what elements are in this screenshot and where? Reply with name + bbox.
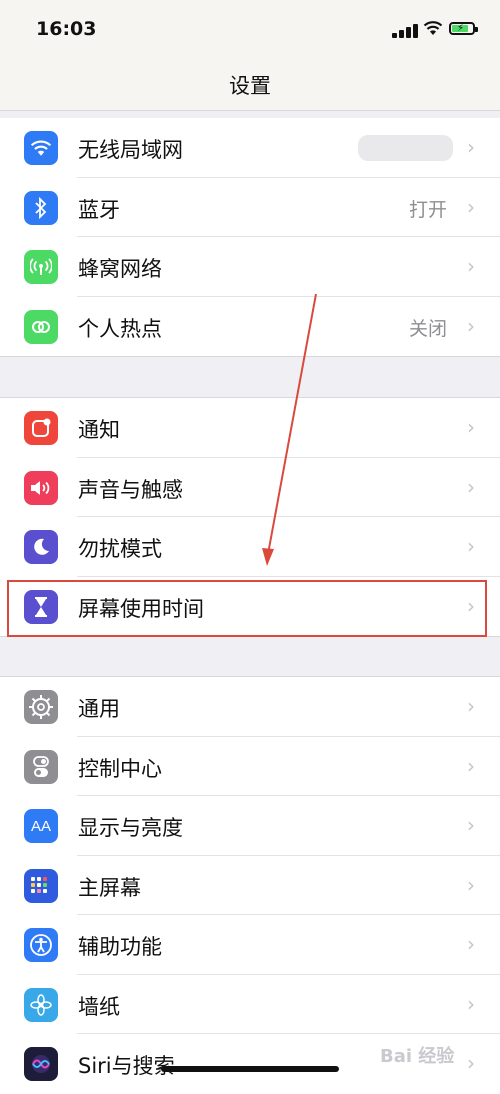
hourglass-icon bbox=[24, 589, 58, 624]
settings-row-label: 个人热点 bbox=[78, 316, 162, 341]
settings-row-sounds[interactable]: 声音与触感 › bbox=[0, 458, 500, 518]
settings-row-label: 声音与触感 bbox=[78, 477, 183, 502]
notification-icon bbox=[24, 411, 58, 445]
chevron-right-icon: › bbox=[467, 534, 475, 558]
gear-icon bbox=[24, 690, 58, 724]
settings-row-label: 勿扰模式 bbox=[78, 537, 162, 561]
cellular-icon bbox=[24, 250, 58, 284]
siri-icon bbox=[24, 1047, 58, 1081]
home-grid-icon bbox=[24, 868, 58, 903]
settings-row-home-screen[interactable]: 主屏幕 › bbox=[0, 856, 500, 916]
settings-row-cellular[interactable]: 蜂窝网络 › bbox=[0, 237, 500, 297]
chevron-right-icon: › bbox=[467, 813, 475, 837]
settings-row-label: 控制中心 bbox=[78, 756, 162, 781]
settings-row-label: 辅助功能 bbox=[78, 935, 162, 959]
moon-icon bbox=[24, 530, 58, 564]
settings-group-connectivity: 无线局域网 › 蓝牙 打开 › 蜂窝网络 › 个人热点 关闭 › bbox=[0, 118, 500, 357]
chevron-right-icon: › bbox=[467, 694, 475, 718]
settings-row-label: 显示与亮度 bbox=[78, 816, 183, 840]
settings-group-notifications: 通知 › 声音与触感 › 勿扰模式 › 屏幕使用时间 › bbox=[0, 397, 500, 637]
settings-row-label: 屏幕使用时间 bbox=[78, 596, 204, 621]
bluetooth-icon bbox=[24, 190, 58, 225]
text-size-icon: AA bbox=[24, 809, 58, 843]
settings-row-general[interactable]: 通用 › bbox=[0, 677, 500, 737]
flower-icon bbox=[24, 987, 58, 1022]
settings-row-notifications[interactable]: 通知 › bbox=[0, 398, 500, 458]
settings-row-accessibility[interactable]: 辅助功能 › bbox=[0, 915, 500, 975]
wifi-status-icon bbox=[423, 21, 443, 35]
toggle-icon bbox=[24, 749, 58, 784]
settings-row-label: 无线局域网 bbox=[78, 138, 183, 162]
chevron-right-icon: › bbox=[467, 474, 475, 499]
wifi-icon bbox=[24, 131, 58, 165]
wifi-network-name-blurred bbox=[358, 135, 453, 161]
chevron-right-icon: › bbox=[467, 194, 475, 219]
settings-row-wifi[interactable]: 无线局域网 › bbox=[0, 118, 500, 178]
settings-row-label: 通知 bbox=[78, 418, 120, 442]
settings-row-value: 打开 bbox=[408, 198, 447, 221]
chevron-right-icon: › bbox=[467, 1051, 475, 1075]
chevron-right-icon: › bbox=[467, 135, 475, 159]
settings-row-label: 墙纸 bbox=[78, 994, 120, 1019]
home-indicator[interactable] bbox=[161, 1066, 339, 1072]
settings-row-do-not-disturb[interactable]: 勿扰模式 › bbox=[0, 517, 500, 577]
page-title: 设置 bbox=[229, 74, 271, 98]
signal-icon bbox=[392, 24, 418, 38]
watermark: Bai 经验 bbox=[380, 1046, 455, 1067]
chevron-right-icon: › bbox=[467, 753, 475, 778]
status-bar: 16:03 ⚡ bbox=[0, 0, 500, 58]
chevron-right-icon: › bbox=[467, 313, 475, 338]
settings-row-display[interactable]: AA 显示与亮度 › bbox=[0, 796, 500, 856]
settings-row-label: 通用 bbox=[78, 697, 120, 721]
settings-row-label: 蜂窝网络 bbox=[78, 257, 162, 281]
chevron-right-icon: › bbox=[467, 593, 475, 618]
settings-row-wallpaper[interactable]: 墙纸 › bbox=[0, 975, 500, 1035]
settings-row-label: Siri与搜索 bbox=[78, 1054, 175, 1078]
accessibility-icon bbox=[24, 928, 58, 962]
chevron-right-icon: › bbox=[467, 932, 475, 956]
sound-icon bbox=[24, 470, 58, 505]
settings-row-value: 关闭 bbox=[408, 317, 447, 340]
settings-row-screen-time[interactable]: 屏幕使用时间 › bbox=[0, 577, 500, 637]
settings-group-general: 通用 › 控制中心 › AA 显示与亮度 › 主屏幕 › 辅助功能 › 墙纸 › bbox=[0, 676, 500, 1094]
settings-row-label: 主屏幕 bbox=[78, 875, 141, 900]
battery-icon: ⚡ bbox=[449, 22, 478, 35]
status-time: 16:03 bbox=[36, 18, 97, 40]
hotspot-icon bbox=[24, 309, 58, 344]
chevron-right-icon: › bbox=[467, 415, 475, 439]
settings-row-control-center[interactable]: 控制中心 › bbox=[0, 737, 500, 797]
nav-bar: 设置 bbox=[0, 58, 500, 111]
settings-row-label: 蓝牙 bbox=[78, 197, 120, 222]
settings-row-hotspot[interactable]: 个人热点 关闭 › bbox=[0, 297, 500, 357]
chevron-right-icon: › bbox=[467, 254, 475, 278]
settings-row-bluetooth[interactable]: 蓝牙 打开 › bbox=[0, 178, 500, 238]
chevron-right-icon: › bbox=[467, 872, 475, 897]
chevron-right-icon: › bbox=[467, 991, 475, 1016]
